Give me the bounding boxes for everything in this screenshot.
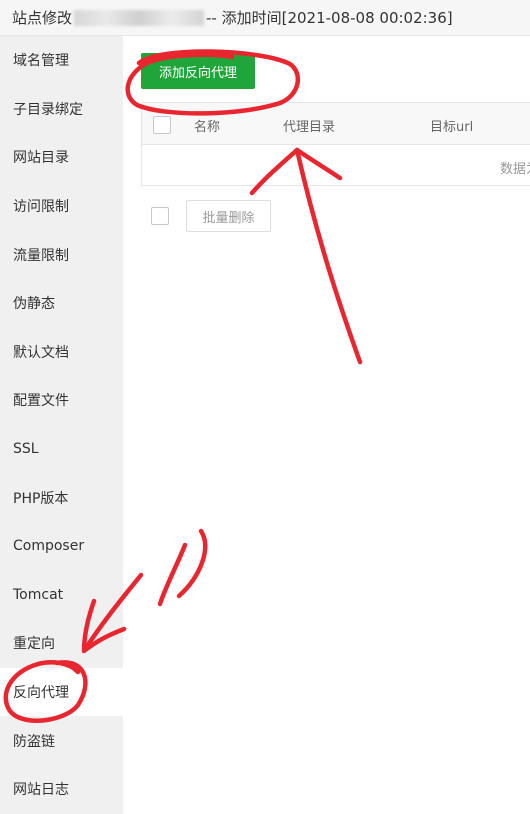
sidebar-item-access-limit[interactable]: 访问限制 bbox=[0, 182, 123, 231]
sidebar-item-label: Tomcat bbox=[13, 586, 64, 603]
sidebar-item-label: 伪静态 bbox=[13, 296, 55, 313]
sidebar-item-label: 反向代理 bbox=[13, 685, 69, 702]
window-title-suffix: -- 添加时间[2021-08-08 00:02:36] bbox=[206, 9, 453, 27]
column-header-target-url[interactable]: 目标url bbox=[430, 116, 473, 135]
sidebar: 域名管理 子目录绑定 网站目录 访问限制 流量限制 伪静态 默认文档 配置文件 … bbox=[0, 36, 123, 814]
sidebar-item-config-file[interactable]: 配置文件 bbox=[0, 376, 123, 425]
column-header-name[interactable]: 名称 bbox=[194, 116, 220, 135]
table-body: 数据为空 bbox=[142, 145, 530, 186]
sidebar-item-tomcat[interactable]: Tomcat bbox=[0, 571, 123, 620]
sidebar-item-domain[interactable]: 域名管理 bbox=[0, 36, 123, 85]
sidebar-item-site-directory[interactable]: 网站目录 bbox=[0, 133, 123, 182]
sidebar-item-reverse-proxy[interactable]: 反向代理 bbox=[0, 667, 123, 717]
window-title-bar: 站点修改 -- 添加时间[2021-08-08 00:02:36] bbox=[0, 0, 530, 36]
sidebar-item-label: 默认文档 bbox=[13, 344, 69, 361]
sidebar-item-label: PHP版本 bbox=[13, 490, 69, 507]
sidebar-item-label: 网站日志 bbox=[13, 782, 69, 799]
sidebar-item-label: 网站目录 bbox=[13, 150, 69, 167]
sidebar-item-composer[interactable]: Composer bbox=[0, 522, 123, 571]
sidebar-item-traffic-limit[interactable]: 流量限制 bbox=[0, 230, 123, 279]
select-all-checkbox[interactable] bbox=[153, 116, 171, 134]
batch-select-checkbox[interactable] bbox=[151, 207, 169, 225]
sidebar-item-php-version[interactable]: PHP版本 bbox=[0, 473, 123, 522]
sidebar-item-hotlink[interactable]: 防盗链 bbox=[0, 716, 123, 765]
batch-actions: 批量删除 bbox=[151, 200, 271, 232]
proxy-table: 名称 代理目录 目标url 数据为空 bbox=[141, 102, 530, 186]
sidebar-item-label: 流量限制 bbox=[13, 247, 69, 264]
sidebar-item-label: 子目录绑定 bbox=[13, 101, 83, 118]
sidebar-item-default-doc[interactable]: 默认文档 bbox=[0, 328, 123, 377]
sidebar-item-label: 配置文件 bbox=[13, 393, 69, 410]
sidebar-item-site-log[interactable]: 网站日志 bbox=[0, 765, 123, 814]
sidebar-item-label: 防盗链 bbox=[13, 733, 55, 750]
sidebar-item-label: 重定向 bbox=[13, 636, 55, 653]
empty-table-message: 数据为空 bbox=[500, 162, 530, 177]
table-header: 名称 代理目录 目标url bbox=[142, 103, 530, 145]
main-panel: 添加反向代理 名称 代理目录 目标url 数据为空 批量删除 bbox=[123, 36, 530, 814]
batch-delete-button[interactable]: 批量删除 bbox=[186, 200, 271, 232]
redacted-site-name bbox=[74, 9, 205, 26]
sidebar-item-label: 访问限制 bbox=[13, 199, 69, 216]
sidebar-item-rewrite[interactable]: 伪静态 bbox=[0, 279, 123, 328]
sidebar-item-label: 域名管理 bbox=[13, 53, 69, 70]
window-title-prefix: 站点修改 bbox=[12, 9, 73, 27]
sidebar-item-redirect[interactable]: 重定向 bbox=[0, 619, 123, 668]
sidebar-item-label: SSL bbox=[13, 441, 39, 458]
sidebar-item-subdirectory[interactable]: 子目录绑定 bbox=[0, 85, 123, 134]
sidebar-item-ssl[interactable]: SSL bbox=[0, 425, 123, 474]
column-header-proxy-dir[interactable]: 代理目录 bbox=[283, 116, 335, 135]
sidebar-item-label: Composer bbox=[13, 538, 85, 555]
add-reverse-proxy-button[interactable]: 添加反向代理 bbox=[141, 53, 255, 89]
